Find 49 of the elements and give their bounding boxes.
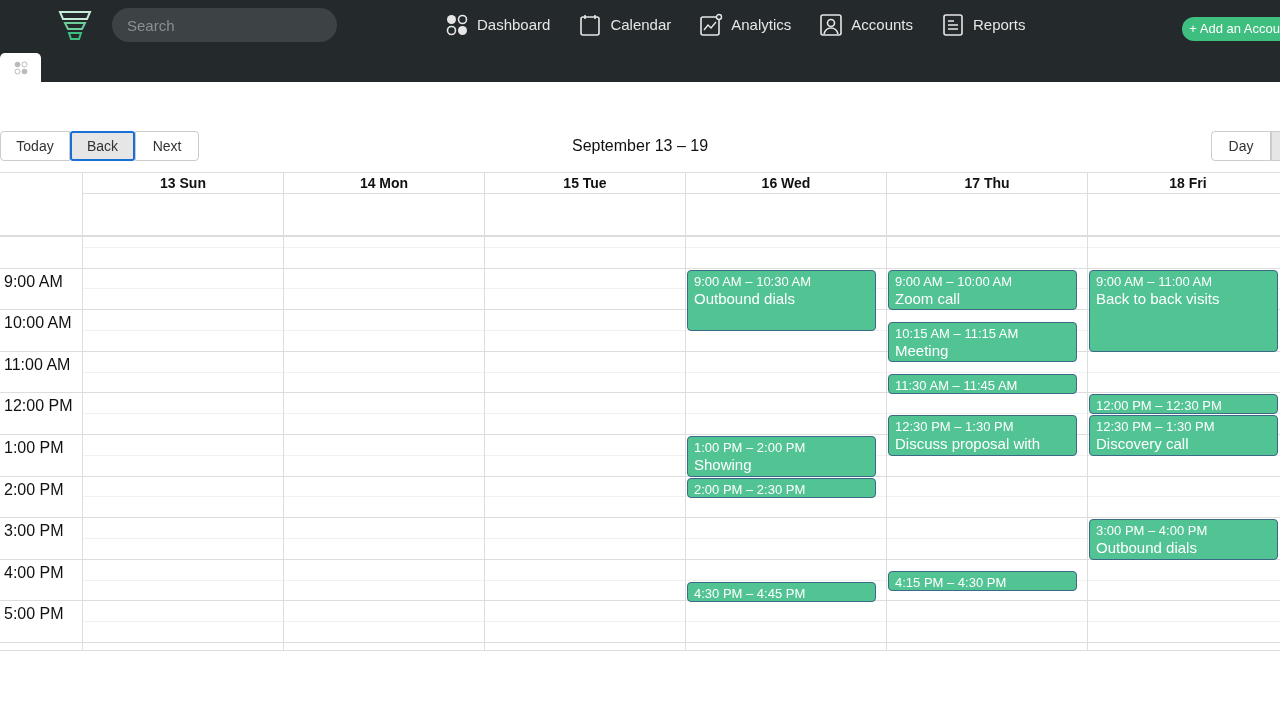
time-label: 9:00 AM — [4, 271, 63, 292]
calendar-icon — [578, 13, 603, 37]
calendar-event[interactable]: 12:30 PM – 1:30 PM Discovery call — [1089, 415, 1278, 456]
chart-icon — [699, 13, 724, 37]
calendar-event[interactable]: 9:00 AM – 10:00 AM Zoom call — [888, 269, 1077, 311]
calendar-event[interactable]: 10:15 AM – 11:15 AM Meeting — [888, 321, 1077, 363]
day-header: 13 Sun — [83, 173, 283, 194]
time-label: 2:00 PM — [4, 479, 64, 500]
search-field[interactable]: Search — [112, 8, 337, 42]
nav-link[interactable]: Accounts — [819, 13, 913, 37]
time-label: 4:00 PM — [4, 562, 64, 583]
calendar-event[interactable]: 4:30 PM – 4:45 PM — [687, 581, 876, 602]
apps-icon — [13, 60, 28, 75]
nav-link[interactable]: Dashboard — [445, 13, 551, 37]
toolbar-button[interactable]: Next — [135, 131, 200, 161]
day-header: 17 Thu — [887, 173, 1087, 194]
day-header: 16 Wed — [686, 173, 886, 194]
time-label: 10:00 AM — [4, 313, 72, 334]
view-button[interactable]: Day — [1211, 131, 1271, 161]
day-header: 18 Fri — [1088, 173, 1280, 194]
time-label: 5:00 PM — [4, 604, 64, 625]
nav-link[interactable]: Reports — [941, 13, 1026, 37]
day-header: 15 Tue — [485, 173, 685, 194]
time-label: 1:00 PM — [4, 437, 64, 458]
add-account-button[interactable]: + Add an Accou — [1182, 17, 1280, 41]
person-icon — [819, 13, 844, 37]
time-label: 11:00 AM — [4, 354, 71, 375]
time-label: 12:00 PM — [4, 396, 73, 417]
funnel-logo — [58, 8, 92, 42]
nav-link[interactable]: Calendar — [578, 13, 672, 37]
calendar-event[interactable]: 3:00 PM – 4:00 PM Outbound dials — [1089, 519, 1278, 560]
tab[interactable] — [0, 53, 41, 82]
calendar-event[interactable]: 12:00 PM – 12:30 PM — [1089, 394, 1278, 415]
time-label: 3:00 PM — [4, 521, 64, 542]
nav-link[interactable]: Analytics — [699, 13, 792, 37]
calendar-event[interactable]: 11:30 AM – 11:45 AM — [888, 373, 1077, 394]
calendar-event[interactable]: 9:00 AM – 11:00 AM Back to back visits — [1089, 269, 1278, 352]
calendar-event[interactable]: 9:00 AM – 10:30 AM Outbound dials — [687, 269, 876, 331]
calendar-event[interactable]: 2:00 PM – 2:30 PM — [687, 477, 876, 498]
circles-icon — [445, 13, 469, 37]
calendar-event[interactable]: 12:30 PM – 1:30 PM Discuss proposal with — [888, 415, 1077, 456]
toolbar-button[interactable]: Back — [70, 131, 136, 161]
day-header: 14 Mon — [284, 173, 484, 194]
toolbar-button[interactable]: Today — [0, 131, 70, 161]
document-icon — [941, 13, 965, 37]
calendar-event[interactable]: 4:15 PM – 4:30 PM — [888, 571, 1077, 592]
date-range-title: September 13 – 19 — [571, 137, 709, 154]
view-button[interactable] — [1271, 131, 1280, 161]
calendar-event[interactable]: 1:00 PM – 2:00 PM Showing — [687, 436, 876, 477]
